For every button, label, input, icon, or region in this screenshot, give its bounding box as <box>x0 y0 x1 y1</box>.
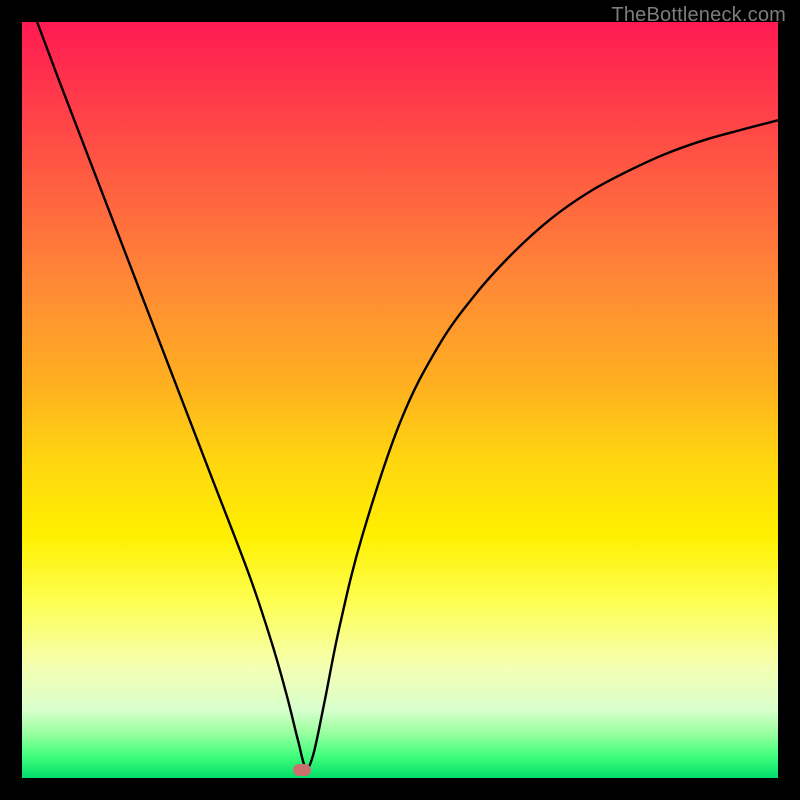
chart-frame <box>22 22 778 778</box>
optimal-point-marker <box>293 764 311 776</box>
bottleneck-curve-path <box>37 22 778 768</box>
bottleneck-curve-plot <box>22 22 778 778</box>
